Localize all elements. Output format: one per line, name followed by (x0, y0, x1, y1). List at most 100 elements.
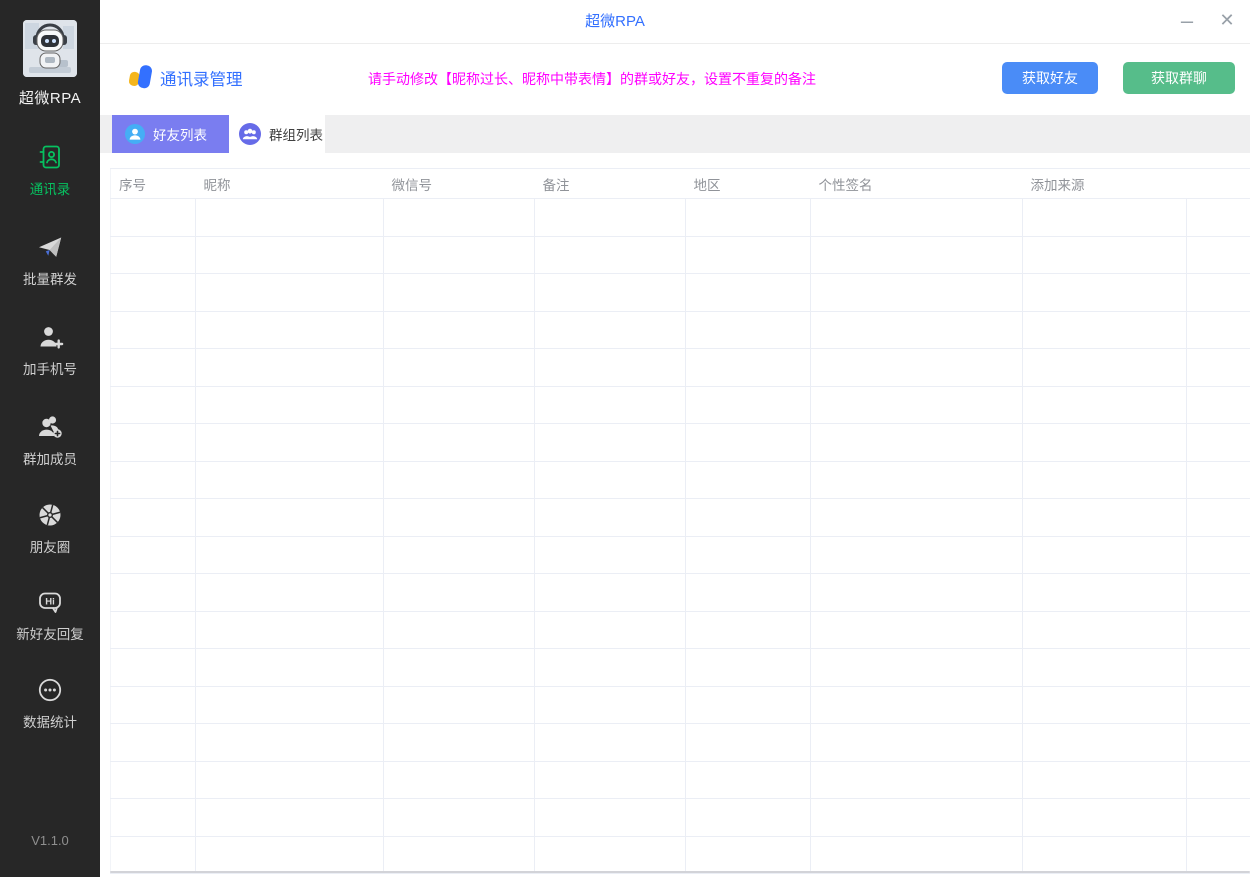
table-cell (811, 424, 1023, 462)
table-cell (1187, 349, 1250, 387)
horizontal-scrollbar[interactable] (110, 871, 1250, 873)
table-cell (384, 461, 535, 499)
sidebar-item-label: 新好友回复 (0, 623, 100, 643)
table-cell (686, 761, 811, 799)
close-button[interactable]: ✕ (1212, 0, 1242, 43)
table-cell (111, 649, 196, 687)
table-cell (1023, 349, 1187, 387)
sidebar-item-contacts[interactable]: 通讯录 (0, 143, 100, 198)
table-cell (111, 424, 196, 462)
table-cell (535, 574, 686, 612)
table-cell (811, 236, 1023, 274)
table-cell (196, 799, 384, 837)
table-row (111, 836, 1250, 874)
svg-text:Hi: Hi (45, 597, 55, 608)
table-cell (811, 386, 1023, 424)
table-cell (535, 349, 686, 387)
table-cell (1187, 236, 1250, 274)
table-cell (811, 274, 1023, 312)
table-row (111, 499, 1250, 537)
table-cell (535, 199, 686, 237)
table-cell (384, 536, 535, 574)
table-cell (1023, 761, 1187, 799)
sidebar: 超微RPA 通讯录 (0, 0, 100, 877)
tab-group-list[interactable]: 群组列表 (229, 115, 325, 153)
table-cell (686, 536, 811, 574)
table-row (111, 761, 1250, 799)
table-cell (686, 574, 811, 612)
table-cell (1187, 536, 1250, 574)
sidebar-item-label: 数据统计 (0, 711, 100, 731)
table-cell (384, 686, 535, 724)
sidebar-item-label: 通讯录 (0, 178, 100, 198)
table-cell (535, 836, 686, 874)
table-cell (811, 649, 1023, 687)
table-cell (196, 199, 384, 237)
minimize-button[interactable]: – (1172, 0, 1202, 43)
table-cell (111, 386, 196, 424)
tab-friend-list[interactable]: 好友列表 (112, 115, 229, 153)
sidebar-item-new-friend-reply[interactable]: Hi 新好友回复 (0, 588, 100, 643)
table-cell (686, 349, 811, 387)
table-cell (384, 311, 535, 349)
table-cell (535, 274, 686, 312)
table-cell (686, 611, 811, 649)
table-cell (686, 649, 811, 687)
table-cell (384, 274, 535, 312)
friend-person-icon (125, 124, 145, 144)
table-row (111, 199, 1250, 237)
column-header: 备注 (535, 169, 686, 199)
table-cell (1023, 199, 1187, 237)
table-cell (196, 236, 384, 274)
tab-label: 好友列表 (153, 124, 207, 144)
table-cell (1023, 836, 1187, 874)
table-cell (196, 311, 384, 349)
column-header: 个性签名 (811, 169, 1023, 199)
table-cell (811, 199, 1023, 237)
table-cell (384, 836, 535, 874)
table-cell (384, 724, 535, 762)
table-cell (1187, 761, 1250, 799)
column-header: 微信号 (384, 169, 535, 199)
table-cell (1023, 799, 1187, 837)
sidebar-item-group-add-member[interactable]: 群加成员 (0, 413, 100, 468)
table-cell (1187, 799, 1250, 837)
table-cell (196, 349, 384, 387)
table-cell (384, 236, 535, 274)
get-groups-button[interactable]: 获取群聊 (1123, 62, 1235, 94)
sidebar-item-statistics[interactable]: 数据统计 (0, 676, 100, 731)
table-cell (1187, 836, 1250, 874)
table-cell (1187, 199, 1250, 237)
sidebar-item-label: 群加成员 (0, 448, 100, 468)
app-logo (23, 20, 77, 77)
table-cell (535, 236, 686, 274)
table-cell (111, 686, 196, 724)
contacts-manage-icon (126, 61, 156, 91)
person-add-icon (0, 323, 100, 353)
table-cell (1187, 274, 1250, 312)
sidebar-item-label: 加手机号 (0, 358, 100, 378)
main-content: 通讯录管理 请手动修改【昵称过长、昵称中带表情】的群或好友，设置不重复的备注 获… (100, 44, 1250, 877)
table-row (111, 461, 1250, 499)
table-cell (111, 536, 196, 574)
table-cell (384, 386, 535, 424)
table-cell (686, 424, 811, 462)
sidebar-item-moments[interactable]: 朋友圈 (0, 501, 100, 556)
table-cell (535, 424, 686, 462)
table-cell (535, 799, 686, 837)
sidebar-item-label: 批量群发 (0, 268, 100, 288)
table-cell (811, 724, 1023, 762)
group-people-icon (239, 123, 261, 145)
table-cell (196, 686, 384, 724)
table-cell (535, 386, 686, 424)
table-cell (111, 349, 196, 387)
table-cell (686, 461, 811, 499)
sidebar-item-batch-send[interactable]: 批量群发 (0, 233, 100, 288)
table-cell (686, 499, 811, 537)
tab-label: 群组列表 (269, 124, 323, 144)
table-row (111, 686, 1250, 724)
sidebar-item-add-phone[interactable]: 加手机号 (0, 323, 100, 378)
table-row (111, 386, 1250, 424)
table-cell (1187, 499, 1250, 537)
get-friends-button[interactable]: 获取好友 (1002, 62, 1098, 94)
